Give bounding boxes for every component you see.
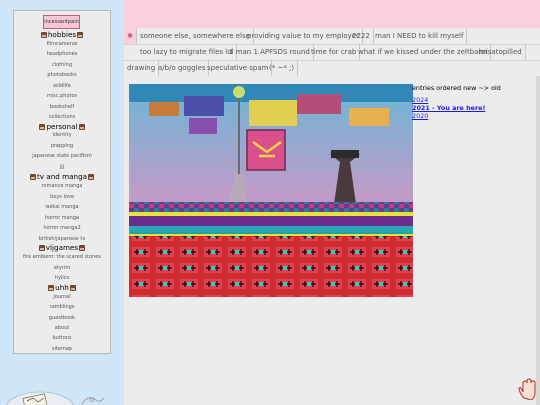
face-emoji-icon (39, 124, 46, 130)
site-title-button[interactable]: incessantpain (43, 15, 80, 29)
sidebar-link[interactable]: bookshelf (14, 104, 110, 111)
tag-link[interactable]: a/b/o goggles (155, 60, 210, 76)
face-emoji-icon (48, 285, 55, 291)
sidebar-link[interactable]: prepping (14, 143, 110, 150)
section-heading-uhh: uhh (14, 283, 110, 292)
tag-link[interactable]: someone else, somewhere else (137, 28, 254, 44)
sidebar-nav: incessantpain hobbies filmcameras headph… (13, 10, 111, 354)
sidebar-link[interactable]: collections (14, 114, 110, 121)
tag-link[interactable]: what if we kissed under the zeltbahn (355, 44, 492, 60)
sidebar-link[interactable]: isekai manga (14, 204, 110, 211)
sidebar-link[interactable]: fire emblem: the scared stones (14, 254, 110, 261)
sidebar-link[interactable]: british/japanese tv (14, 236, 110, 243)
face-emoji-icon (77, 32, 84, 38)
sidebar-link[interactable]: misc.photos (14, 93, 110, 100)
entry-link-2021-current[interactable]: 2021 - You are here! (412, 104, 540, 112)
tag-link[interactable]: providing value to my employer (244, 28, 363, 44)
tag-link[interactable]: time for crab (308, 44, 361, 60)
face-emoji-icon (29, 174, 36, 180)
sidebar-link[interactable]: hylics (14, 275, 110, 282)
sidebar-link[interactable]: photobooks (14, 72, 110, 79)
face-emoji-icon (40, 32, 47, 38)
entry-link-2024[interactable]: 2024 (412, 96, 540, 104)
tag-link[interactable]: man I NEED to kill myself (372, 28, 468, 44)
face-emoji-icon (69, 285, 76, 291)
tag-link[interactable]: (* ~* ;) (266, 60, 299, 76)
face-emoji-icon (88, 174, 95, 180)
sidebar-link[interactable]: romance manga (14, 183, 110, 190)
entry-link-2020[interactable]: 2020 (412, 112, 540, 120)
sidebar-link[interactable]: japanese state pacifism (14, 153, 110, 160)
decorative-drawing-image (6, 391, 105, 405)
sidebar-link[interactable]: horror manga (14, 215, 110, 222)
section-heading-tv-and-manga: tv and manga (14, 172, 110, 181)
tag-link[interactable]: too lazy to migrate files lol (137, 44, 238, 60)
sidebar-link[interactable]: boys love (14, 194, 110, 201)
sidebar-link[interactable]: skyrim (14, 265, 110, 272)
sidebar-link[interactable]: jjj (14, 164, 110, 171)
waving-hand-icon (518, 378, 536, 400)
sidebar-link[interactable]: wildlife (14, 83, 110, 90)
section-heading-hobbies: hobbies (14, 30, 110, 39)
section-heading-personal: personal (14, 122, 110, 131)
section-heading-vijgames: vijgames (14, 243, 110, 252)
sidebar-link[interactable]: filmcameras (14, 41, 110, 48)
face-emoji-icon (38, 245, 45, 251)
sidebar-link[interactable]: headphones (14, 51, 110, 58)
face-emoji-icon (79, 245, 86, 251)
sidebar-link[interactable]: clothing (14, 62, 110, 69)
sidebar-link[interactable]: guestbook (14, 315, 110, 322)
sidebar-link[interactable]: identity (14, 132, 110, 139)
entries-heading: entries ordered new ~> old (412, 84, 501, 92)
tag-link[interactable]: speculative spam (204, 60, 273, 76)
sidebar-link[interactable]: sitemap (14, 346, 110, 353)
left-column: incessantpain hobbies filmcameras headph… (0, 0, 124, 405)
sidebar-link[interactable]: ramblings (14, 304, 110, 311)
tag-link[interactable]: 2222 (349, 28, 374, 44)
sidebar-link[interactable]: buttons (14, 335, 110, 342)
sidebar-link[interactable]: journal (14, 294, 110, 301)
sidebar-link[interactable]: horror manga2 (14, 225, 110, 232)
scrollbar-track[interactable] (536, 76, 540, 405)
sidebar-link[interactable]: about (14, 325, 110, 332)
tag-link[interactable]: misatopilled (476, 44, 526, 60)
tag-link[interactable]: 1 man 1 APFSDS round (226, 44, 314, 60)
vaporwave-scene-image (129, 84, 413, 297)
entries-panel: entries ordered new ~> old 2024 2021 - Y… (412, 84, 540, 120)
home-tag-icon[interactable]: ✱ (124, 28, 137, 44)
face-emoji-icon (78, 124, 85, 130)
tag-link[interactable]: drawing (124, 60, 160, 76)
